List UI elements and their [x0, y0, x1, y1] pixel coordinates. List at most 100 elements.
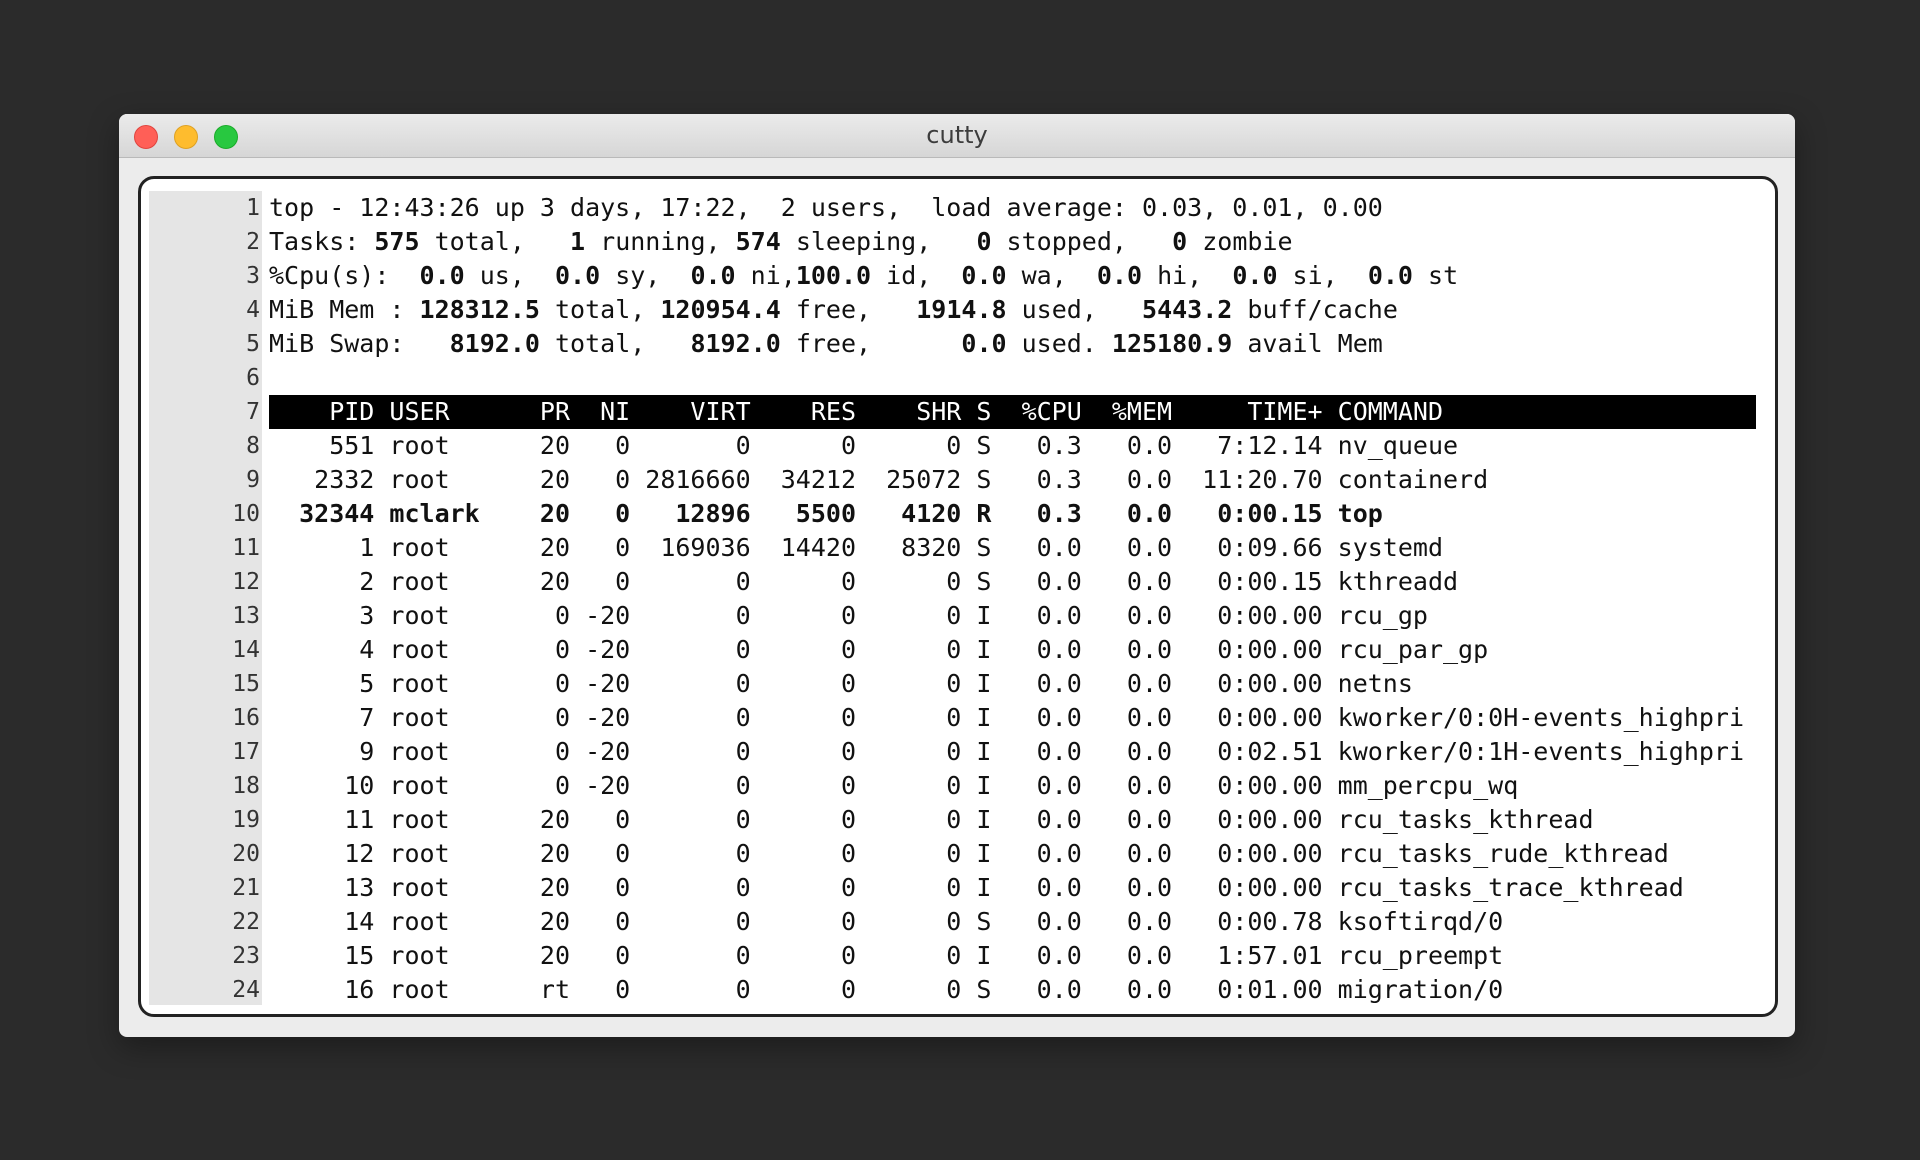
- process-row-highlighted: 32344 mclark 20 0 12896 5500 4120 R 0.3 …: [269, 499, 1383, 528]
- mem-line: MiB Mem : 128312.5 total, 120954.4 free,…: [269, 293, 1398, 327]
- mem-buff-label: buff/cache: [1232, 295, 1398, 324]
- cpu-us-label: us,: [464, 261, 555, 290]
- terminal-line: 5 MiB Swap: 8192.0 total, 8192.0 free, 0…: [141, 327, 1775, 361]
- process-row: 16 root rt 0 0 0 0 S 0.0 0.0 0:01.00 mig…: [269, 975, 1504, 1004]
- cpu-ni-label: ni,: [735, 261, 796, 290]
- terminal-viewport[interactable]: 1 top - 12:43:26 up 3 days, 17:22, 2 use…: [138, 176, 1778, 1017]
- tasks-zombie: 0: [1172, 227, 1188, 256]
- cpu-ni: 0.0: [690, 261, 736, 290]
- terminal-line: 4 MiB Mem : 128312.5 total, 120954.4 fre…: [141, 293, 1775, 327]
- line-number: 12: [232, 569, 260, 595]
- tasks-total: 575: [374, 227, 420, 256]
- process-row: 3 root 0 -20 0 0 0 I 0.0 0.0 0:00.00 rcu…: [269, 601, 1428, 630]
- cpu-hi-label: hi,: [1142, 261, 1233, 290]
- process-row: 2 root 20 0 0 0 0 S 0.0 0.0 0:00.15 kthr…: [269, 567, 1459, 596]
- cpu-us: 0.0: [419, 261, 465, 290]
- line-number: 6: [246, 365, 260, 391]
- cpu-line: %Cpu(s): 0.0 us, 0.0 sy, 0.0 ni,100.0 id…: [269, 259, 1458, 293]
- terminal-lines: 1 top - 12:43:26 up 3 days, 17:22, 2 use…: [141, 191, 1775, 1007]
- process-row: 7 root 0 -20 0 0 0 I 0.0 0.0 0:00.00 kwo…: [269, 703, 1745, 732]
- swap-line: MiB Swap: 8192.0 total, 8192.0 free, 0.0…: [269, 327, 1383, 361]
- process-row: 13 root 20 0 0 0 0 I 0.0 0.0 0:00.00 rcu…: [269, 873, 1684, 902]
- tasks-line: Tasks: 575 total, 1 running, 574 sleepin…: [269, 225, 1293, 259]
- swap-avail: 125180.9: [1111, 329, 1233, 358]
- line-number: 18: [232, 773, 260, 799]
- line-number: 5: [246, 331, 260, 357]
- line-number: 16: [232, 705, 260, 731]
- cpu-id-label: id,: [871, 261, 962, 290]
- tasks-total-label: total,: [419, 227, 571, 256]
- line-number: 20: [232, 841, 260, 867]
- process-row: 551 root 20 0 0 0 0 S 0.3 0.0 7:12.14 nv…: [269, 431, 1459, 460]
- uptime-line: top - 12:43:26 up 3 days, 17:22, 2 users…: [269, 193, 1383, 222]
- cpu-id: 100.0: [795, 261, 872, 290]
- terminal-line: 19 11 root 20 0 0 0 0 I 0.0 0.0 0:00.00 …: [141, 803, 1775, 837]
- terminal-line: 1 top - 12:43:26 up 3 days, 17:22, 2 use…: [141, 191, 1775, 225]
- tasks-stopped: 0: [976, 227, 992, 256]
- process-row: 9 root 0 -20 0 0 0 I 0.0 0.0 0:02.51 kwo…: [269, 737, 1745, 766]
- tasks-zombie-label: zombie: [1187, 227, 1293, 256]
- terminal-line: 2 Tasks: 575 total, 1 running, 574 sleep…: [141, 225, 1775, 259]
- cpu-sy-label: sy,: [600, 261, 691, 290]
- cpu-sy: 0.0: [554, 261, 601, 290]
- mem-free-label: free,: [780, 295, 917, 324]
- terminal-window: cutty 1 top - 12:43:26 up 3 days, 17:22,…: [119, 114, 1795, 1037]
- terminal-line: 16 7 root 0 -20 0 0 0 I 0.0 0.0 0:00.00 …: [141, 701, 1775, 735]
- swap-free: 8192.0: [690, 329, 781, 358]
- line-number: 9: [246, 467, 260, 493]
- line-number: 19: [232, 807, 260, 833]
- mem-used-label: used,: [1006, 295, 1143, 324]
- process-row: 11 root 20 0 0 0 0 I 0.0 0.0 0:00.00 rcu…: [269, 805, 1594, 834]
- cpu-st-label: st: [1412, 261, 1459, 290]
- line-number: 21: [232, 875, 260, 901]
- tasks-prefix: Tasks:: [269, 227, 375, 256]
- swap-total-label: total,: [539, 329, 691, 358]
- swap-prefix: MiB Swap:: [269, 329, 450, 358]
- line-number: 11: [232, 535, 260, 561]
- terminal-line: 15 5 root 0 -20 0 0 0 I 0.0 0.0 0:00.00 …: [141, 667, 1775, 701]
- mem-free: 120954.4: [660, 295, 781, 324]
- tasks-running: 1: [570, 227, 586, 256]
- tasks-stopped-label: stopped,: [991, 227, 1173, 256]
- swap-total: 8192.0: [449, 329, 540, 358]
- cpu-wa-label: wa,: [1006, 261, 1097, 290]
- line-number: 1: [246, 195, 260, 221]
- terminal-line: 24 16 root rt 0 0 0 0 S 0.0 0.0 0:01.00 …: [141, 973, 1775, 1007]
- cpu-wa: 0.0: [961, 261, 1007, 290]
- line-number: 14: [232, 637, 260, 663]
- terminal-line: 18 10 root 0 -20 0 0 0 I 0.0 0.0 0:00.00…: [141, 769, 1775, 803]
- line-number: 10: [232, 501, 260, 527]
- terminal-line: 7 PID USER PR NI VIRT RES SHR S %CPU %ME…: [141, 395, 1775, 429]
- process-row: 15 root 20 0 0 0 0 I 0.0 0.0 1:57.01 rcu…: [269, 941, 1504, 970]
- line-number: 4: [246, 297, 260, 323]
- tasks-sleeping: 574: [735, 227, 781, 256]
- process-row: 10 root 0 -20 0 0 0 I 0.0 0.0 0:00.00 mm…: [269, 771, 1519, 800]
- terminal-line: 3 %Cpu(s): 0.0 us, 0.0 sy, 0.0 ni,100.0 …: [141, 259, 1775, 293]
- line-number: 22: [232, 909, 260, 935]
- tasks-sleeping-label: sleeping,: [780, 227, 977, 256]
- process-row: 14 root 20 0 0 0 0 S 0.0 0.0 0:00.78 kso…: [269, 907, 1504, 936]
- line-number: 8: [246, 433, 260, 459]
- line-number: 13: [232, 603, 260, 629]
- swap-used: 0.0: [961, 329, 1007, 358]
- process-row: 12 root 20 0 0 0 0 I 0.0 0.0 0:00.00 rcu…: [269, 839, 1669, 868]
- window-title: cutty: [926, 121, 988, 149]
- swap-avail-label: avail Mem: [1232, 329, 1383, 358]
- terminal-line: 13 3 root 0 -20 0 0 0 I 0.0 0.0 0:00.00 …: [141, 599, 1775, 633]
- line-number: 7: [246, 399, 260, 425]
- cpu-prefix: %Cpu(s):: [269, 261, 420, 290]
- mem-prefix: MiB Mem :: [269, 295, 420, 324]
- title-bar[interactable]: cutty: [119, 114, 1795, 158]
- mem-used: 1914.8: [916, 295, 1007, 324]
- line-number: 23: [232, 943, 260, 969]
- terminal-line: 23 15 root 20 0 0 0 0 I 0.0 0.0 1:57.01 …: [141, 939, 1775, 973]
- mem-buff: 5443.2: [1142, 295, 1233, 324]
- mem-total: 128312.5: [419, 295, 540, 324]
- process-row: 5 root 0 -20 0 0 0 I 0.0 0.0 0:00.00 net…: [269, 669, 1413, 698]
- terminal-line: 22 14 root 20 0 0 0 0 S 0.0 0.0 0:00.78 …: [141, 905, 1775, 939]
- process-row: 2332 root 20 0 2816660 34212 25072 S 0.3…: [269, 465, 1489, 494]
- table-header[interactable]: PID USER PR NI VIRT RES SHR S %CPU %MEM …: [269, 395, 1756, 429]
- terminal-line: 12 2 root 20 0 0 0 0 S 0.0 0.0 0:00.15 k…: [141, 565, 1775, 599]
- mem-total-label: total,: [539, 295, 661, 324]
- line-number: 24: [232, 977, 260, 1003]
